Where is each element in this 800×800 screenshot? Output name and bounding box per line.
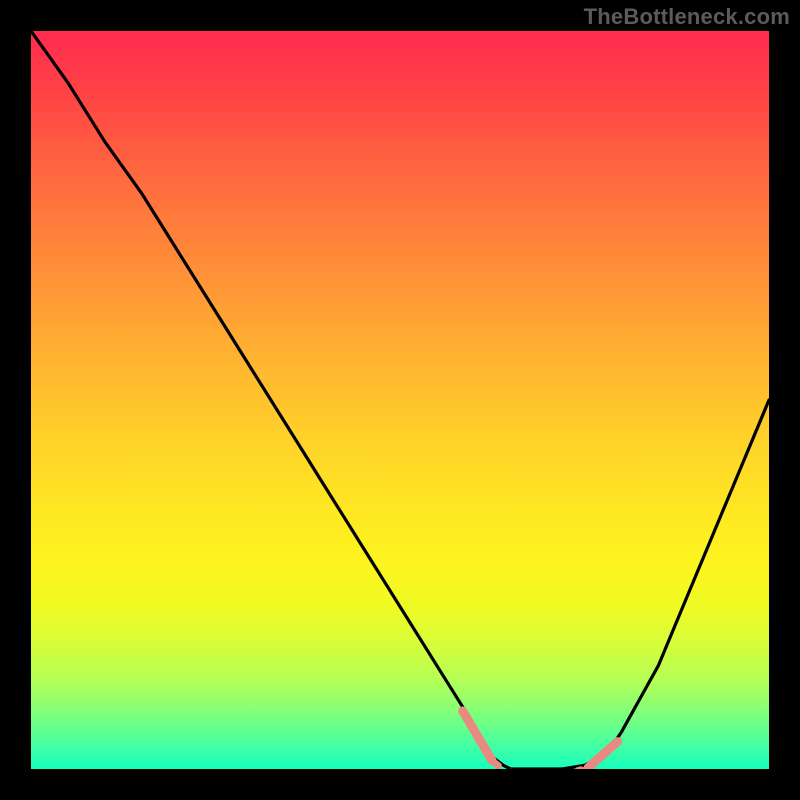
watermark-text: TheBottleneck.com <box>584 4 790 30</box>
bottleneck-curve-line <box>31 31 769 769</box>
optimal-marker-left <box>463 711 493 761</box>
chart-frame: TheBottleneck.com <box>0 0 800 800</box>
optimal-marker-right <box>588 742 618 768</box>
curve-layer <box>31 31 769 769</box>
plot-area <box>31 31 769 769</box>
